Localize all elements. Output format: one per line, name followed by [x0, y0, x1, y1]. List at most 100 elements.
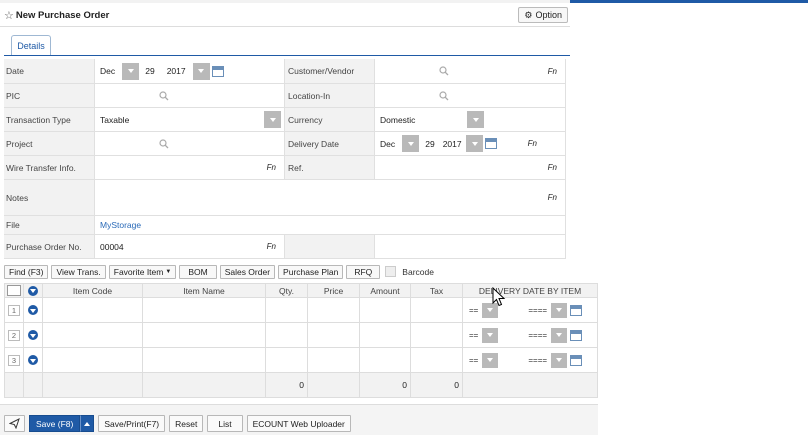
price-cell[interactable] — [308, 323, 360, 347]
item-name-cell[interactable] — [143, 298, 266, 322]
col-item-code[interactable]: Item Code — [43, 284, 143, 297]
web-uploader-button[interactable]: ECOUNT Web Uploader — [246, 415, 351, 432]
search-icon[interactable] — [439, 66, 449, 76]
row-number[interactable]: 2 — [8, 329, 20, 341]
circle-down-icon[interactable] — [28, 355, 38, 365]
calendar-icon[interactable] — [570, 304, 583, 316]
customer-vendor-input[interactable]: Fn — [375, 59, 566, 83]
pic-input[interactable] — [95, 84, 285, 107]
price-cell[interactable] — [308, 348, 360, 372]
chevron-down-icon[interactable] — [551, 327, 568, 343]
chevron-down-icon[interactable] — [466, 135, 484, 152]
col-amount[interactable]: Amount — [360, 284, 411, 297]
rfq-button[interactable]: RFQ — [346, 264, 381, 279]
select-all-checkbox[interactable] — [7, 285, 21, 296]
list-button[interactable]: List — [207, 415, 243, 432]
delivery-date-select[interactable]: ==== — [528, 327, 568, 343]
delivery-date-select[interactable]: ==== — [528, 352, 568, 368]
qty-cell[interactable] — [266, 298, 308, 322]
currency-select[interactable]: Domestic — [375, 108, 566, 131]
delivery-year-select[interactable]: 2017 — [443, 135, 484, 152]
amount-cell[interactable] — [360, 348, 411, 372]
search-icon[interactable] — [439, 90, 449, 101]
col-price[interactable]: Price — [308, 284, 360, 297]
notes-textarea[interactable]: Fn — [95, 180, 566, 215]
tax-cell[interactable] — [411, 323, 463, 347]
favorite-item-button[interactable]: Favorite Item ▼ — [108, 264, 177, 279]
circle-down-icon[interactable] — [28, 330, 38, 340]
date-month-select[interactable]: Dec — [100, 62, 140, 80]
col-qty[interactable]: Qty. — [266, 284, 308, 297]
fn-button[interactable]: Fn — [548, 67, 557, 76]
item-name-cell[interactable] — [143, 323, 266, 347]
sales-order-button[interactable]: Sales Order — [219, 264, 276, 279]
chevron-down-icon[interactable] — [192, 62, 210, 80]
wire-transfer-input[interactable]: Fn — [95, 156, 285, 179]
po-no-input[interactable]: 00004 Fn — [95, 235, 285, 258]
date-day-input[interactable]: 29 — [145, 66, 154, 76]
chevron-down-icon[interactable] — [402, 135, 420, 152]
calendar-icon[interactable] — [211, 65, 224, 77]
item-code-cell[interactable] — [43, 348, 143, 372]
fn-button[interactable]: Fn — [548, 163, 557, 172]
fn-button[interactable]: Fn — [267, 242, 276, 251]
save-print-button[interactable]: Save/Print(F7) — [98, 415, 166, 432]
find-button[interactable]: Find (F3) — [4, 264, 49, 279]
date-year-select[interactable]: 2017 — [167, 62, 210, 80]
location-in-input[interactable] — [375, 84, 566, 107]
fn-button[interactable]: Fn — [548, 193, 557, 202]
tab-details[interactable]: Details — [11, 35, 51, 56]
barcode-checkbox[interactable] — [385, 266, 397, 277]
item-name-cell[interactable] — [143, 348, 266, 372]
delivery-day-input[interactable]: 29 — [425, 139, 434, 149]
delivery-date-select[interactable]: ==== — [528, 302, 568, 318]
ref-input[interactable]: Fn — [375, 156, 566, 179]
calendar-icon[interactable] — [570, 354, 583, 366]
transaction-type-select[interactable]: Taxable — [95, 108, 285, 131]
star-icon[interactable]: ☆ — [4, 9, 14, 22]
chevron-down-icon[interactable] — [122, 62, 140, 80]
save-options-icon[interactable] — [80, 415, 95, 432]
mystorage-link[interactable]: MyStorage — [100, 220, 141, 230]
delivery-month-select[interactable]: Dec — [380, 135, 420, 152]
grid-toolbar: Find (F3) View Trans. Favorite Item ▼ BOM… — [4, 264, 434, 279]
calendar-icon[interactable] — [570, 329, 583, 341]
tax-cell[interactable] — [411, 298, 463, 322]
purchase-plan-button[interactable]: Purchase Plan — [278, 264, 344, 279]
search-icon[interactable] — [159, 138, 169, 149]
col-tax[interactable]: Tax — [411, 284, 463, 297]
view-trans-button[interactable]: View Trans. — [51, 264, 106, 279]
circle-down-icon[interactable] — [28, 305, 38, 315]
chevron-down-icon[interactable] — [467, 111, 484, 128]
amount-cell[interactable] — [360, 323, 411, 347]
chevron-down-icon[interactable] — [482, 352, 499, 368]
circle-down-icon[interactable] — [28, 285, 38, 296]
row-number[interactable]: 3 — [8, 354, 20, 366]
col-delivery-date[interactable]: DELIVERY DATE BY ITEM — [463, 284, 597, 297]
project-input[interactable] — [95, 132, 285, 155]
delivery-eq-select[interactable]: == — [469, 327, 499, 343]
item-code-cell[interactable] — [43, 298, 143, 322]
delivery-eq-select[interactable]: == — [469, 352, 499, 368]
bom-button[interactable]: BOM — [179, 264, 217, 279]
chevron-down-icon[interactable] — [482, 327, 499, 343]
row-number[interactable]: 1 — [8, 304, 20, 316]
fn-button[interactable]: Fn — [267, 163, 276, 172]
col-item-name[interactable]: Item Name — [143, 284, 266, 297]
save-button[interactable]: Save (F8) — [29, 415, 81, 432]
option-button[interactable]: ⚙ Option — [518, 7, 568, 23]
tax-cell[interactable] — [411, 348, 463, 372]
chevron-down-icon[interactable] — [551, 302, 568, 318]
reset-button[interactable]: Reset — [169, 415, 204, 432]
send-button[interactable] — [4, 415, 25, 432]
price-cell[interactable] — [308, 298, 360, 322]
chevron-down-icon[interactable] — [264, 111, 281, 128]
amount-cell[interactable] — [360, 298, 411, 322]
calendar-icon[interactable] — [485, 138, 498, 149]
search-icon[interactable] — [159, 90, 169, 101]
item-code-cell[interactable] — [43, 323, 143, 347]
fn-button[interactable]: Fn — [528, 139, 537, 148]
qty-cell[interactable] — [266, 323, 308, 347]
qty-cell[interactable] — [266, 348, 308, 372]
chevron-down-icon[interactable] — [551, 352, 568, 368]
